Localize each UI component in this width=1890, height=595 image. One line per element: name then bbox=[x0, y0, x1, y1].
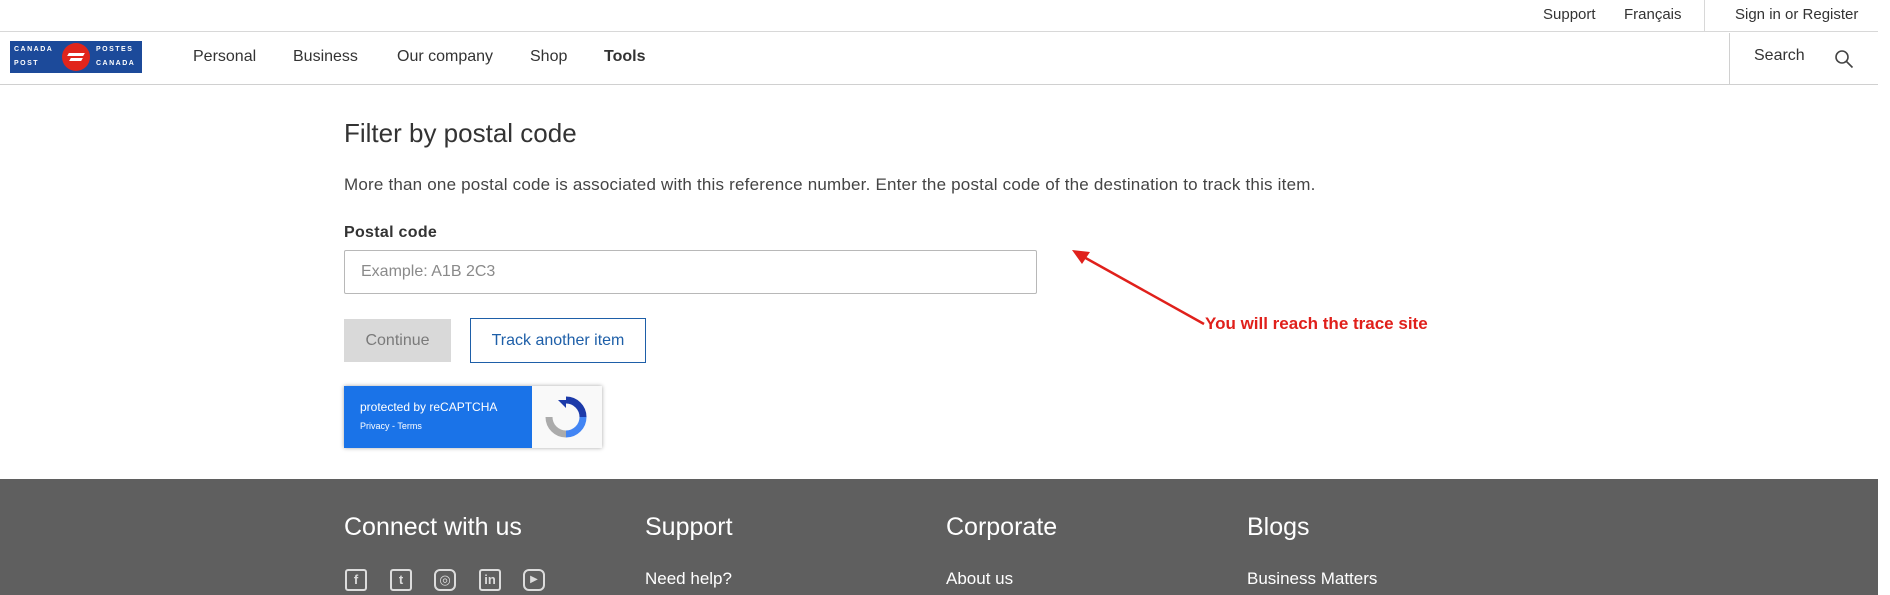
continue-button[interactable]: Continue bbox=[344, 319, 451, 362]
nav-item-tools[interactable]: Tools bbox=[604, 48, 645, 66]
twitter-icon[interactable]: t bbox=[390, 569, 412, 591]
signin-link[interactable]: Sign in or Register bbox=[1735, 6, 1858, 23]
recaptcha-panel: protected by reCAPTCHA Privacy - Terms bbox=[344, 386, 532, 448]
footer-link-need-help[interactable]: Need help? bbox=[645, 569, 732, 589]
utility-divider bbox=[1704, 0, 1705, 31]
utility-bar: Support Français Sign in or Register bbox=[0, 0, 1878, 32]
facebook-icon[interactable]: f bbox=[345, 569, 367, 591]
instagram-icon[interactable]: ◎ bbox=[434, 569, 456, 591]
logo-text-postes: POSTES bbox=[96, 46, 134, 53]
footer-link-business-matters[interactable]: Business Matters bbox=[1247, 569, 1377, 589]
postal-code-label: Postal code bbox=[344, 224, 438, 241]
canada-post-logo[interactable]: CANADA POST POSTES CANADA bbox=[10, 41, 142, 73]
search-label: Search bbox=[1754, 47, 1805, 64]
footer-heading-corporate: Corporate bbox=[946, 513, 1058, 541]
recaptcha-badge[interactable]: protected by reCAPTCHA Privacy - Terms bbox=[344, 386, 602, 448]
recaptcha-privacy-terms[interactable]: Privacy - Terms bbox=[360, 421, 422, 431]
youtube-icon[interactable]: ▶ bbox=[523, 569, 545, 591]
page-edge bbox=[1878, 0, 1890, 595]
footer-heading-support: Support bbox=[645, 513, 733, 541]
recaptcha-protected-text: protected by reCAPTCHA bbox=[360, 400, 498, 414]
logo-emblem-icon bbox=[62, 43, 90, 71]
search-button[interactable]: Search bbox=[1729, 33, 1878, 84]
footer-link-about-us[interactable]: About us bbox=[946, 569, 1013, 589]
page-title: Filter by postal code bbox=[344, 118, 577, 148]
footer: Connect with us Support Corporate Blogs … bbox=[0, 479, 1878, 595]
logo-text-canada: CANADA bbox=[14, 46, 54, 53]
logo-text-post: POST bbox=[14, 60, 40, 67]
footer-heading-connect: Connect with us bbox=[344, 513, 522, 541]
annotation-text: You will reach the trace site bbox=[1205, 314, 1428, 333]
search-icon bbox=[1835, 50, 1854, 69]
main-nav: CANADA POST POSTES CANADA Personal Busin… bbox=[0, 33, 1878, 85]
nav-item-shop[interactable]: Shop bbox=[530, 48, 567, 66]
nav-item-business[interactable]: Business bbox=[293, 48, 358, 66]
nav-item-personal[interactable]: Personal bbox=[193, 48, 256, 66]
annotation-arrow-icon bbox=[1072, 250, 1205, 326]
language-link[interactable]: Français bbox=[1624, 6, 1682, 23]
intro-text: More than one postal code is associated … bbox=[344, 175, 1316, 194]
footer-heading-blogs: Blogs bbox=[1247, 513, 1310, 541]
postal-code-input[interactable] bbox=[344, 250, 1037, 294]
linkedin-icon[interactable]: in bbox=[479, 569, 501, 591]
nav-item-our-company[interactable]: Our company bbox=[397, 48, 493, 66]
recaptcha-logo-icon bbox=[545, 396, 587, 438]
logo-text-canada-fr: CANADA bbox=[96, 60, 136, 67]
track-another-item-button[interactable]: Track another item bbox=[470, 318, 646, 363]
support-link[interactable]: Support bbox=[1543, 6, 1596, 23]
